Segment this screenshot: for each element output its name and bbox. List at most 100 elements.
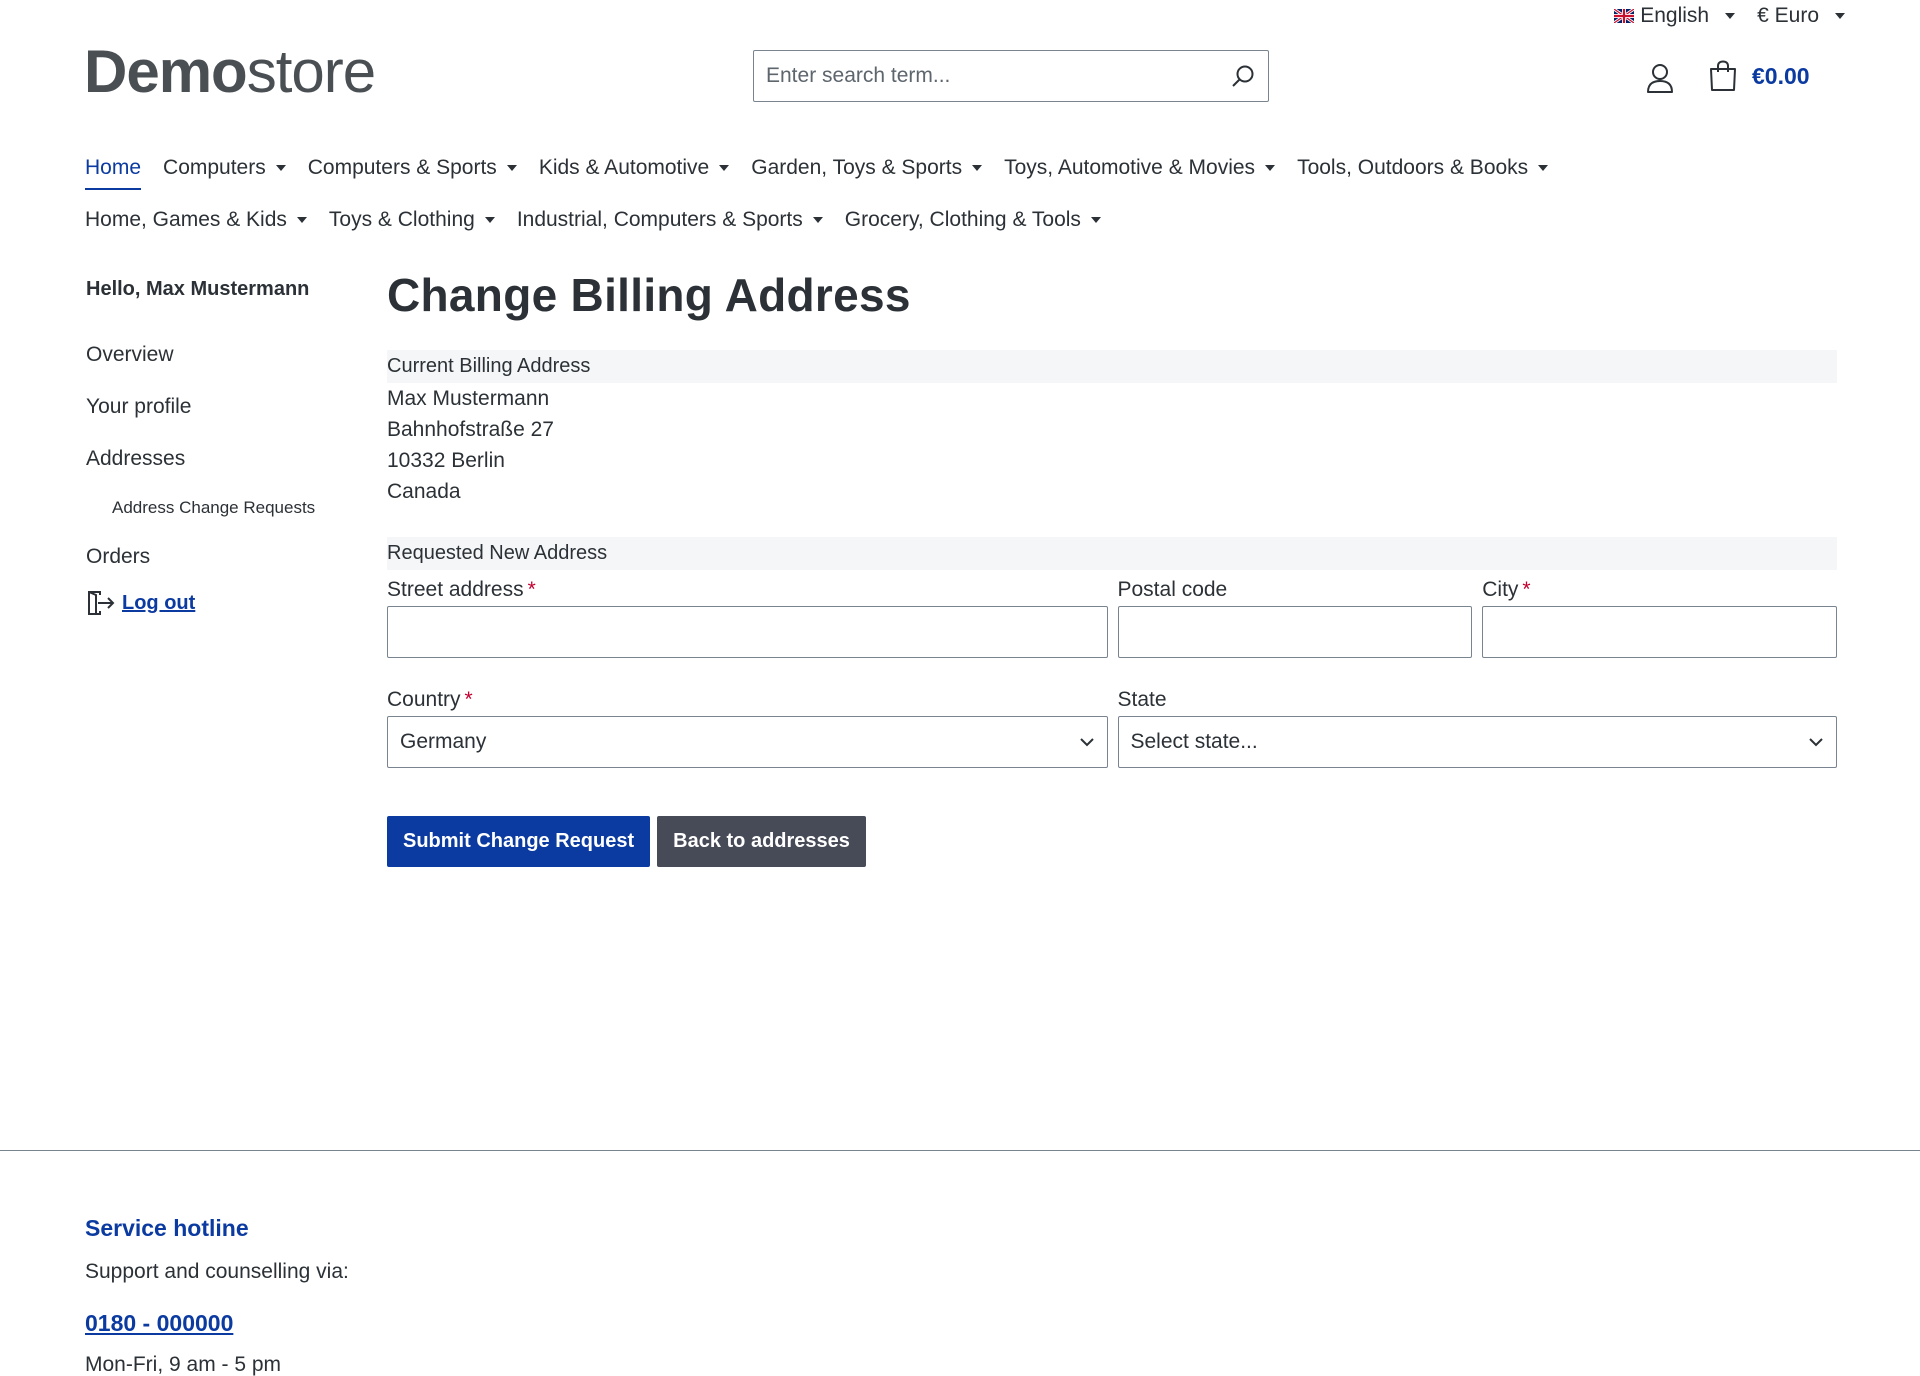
nav-item-tools-outdoors-books[interactable]: Tools, Outdoors & Books <box>1297 156 1549 180</box>
nav-item-label: Toys & Clothing <box>328 208 475 231</box>
state-field-group: State Select state... <box>1117 684 1837 768</box>
caret-down-icon <box>506 165 517 171</box>
hotline-hours: Mon-Fri, 9 am - 5 pm <box>85 1353 282 1376</box>
nav-item-label: Grocery, Clothing & Tools <box>844 208 1081 231</box>
sidebar-item-profile[interactable]: Your profile <box>86 381 356 433</box>
currency-label: € Euro <box>1757 4 1819 27</box>
caret-down-icon <box>1265 165 1276 171</box>
nav-item-label: Tools, Outdoors & Books <box>1297 156 1529 179</box>
country-label: Country * <box>387 684 1108 716</box>
new-address-heading: Requested New Address <box>387 537 1837 570</box>
nav-item-toys-automotive-movies[interactable]: Toys, Automotive & Movies <box>1004 156 1276 180</box>
language-selector[interactable]: English <box>1614 4 1736 28</box>
sidebar-item-addresses[interactable]: Addresses <box>86 433 356 485</box>
uk-flag-icon <box>1614 9 1635 23</box>
hotline-phone-link[interactable]: 0180 - 000000 <box>85 1310 349 1337</box>
service-hotline-heading: Service hotline <box>85 1215 249 1241</box>
address-country: Canada <box>387 480 461 503</box>
state-label: State <box>1117 688 1167 711</box>
address-name: Max Mustermann <box>387 387 550 410</box>
chevron-down-icon <box>1809 738 1823 747</box>
caret-down-icon <box>1835 13 1845 19</box>
nav-item-toys-clothing[interactable]: Toys & Clothing <box>329 208 495 232</box>
cart-button[interactable]: €0.00 <box>1708 60 1810 92</box>
country-select[interactable]: Germany <box>387 716 1108 768</box>
street-label: Street address * <box>387 574 1108 606</box>
caret-down-icon <box>972 165 983 171</box>
address-street: Bahnhofstraße 27 <box>387 418 554 441</box>
postal-code-input[interactable] <box>1117 606 1473 658</box>
nav-item-label: Industrial, Computers & Sports <box>516 208 803 231</box>
street-address-input[interactable] <box>387 606 1108 658</box>
required-marker: * <box>527 578 536 601</box>
postal-field-group: Postal code <box>1117 574 1473 658</box>
country-select-value: Germany <box>400 730 487 753</box>
language-label: English <box>1640 4 1710 27</box>
city-label-text: City <box>1482 578 1519 601</box>
page-title: Change Billing Address <box>387 269 911 321</box>
sidebar-item-address-change-requests[interactable]: Address Change Requests <box>86 485 356 531</box>
account-icon[interactable] <box>1645 62 1675 94</box>
caret-down-icon <box>1538 165 1549 171</box>
sidebar-item-orders[interactable]: Orders <box>86 531 356 583</box>
caret-down-icon <box>296 217 307 223</box>
caret-down-icon <box>1725 13 1736 19</box>
nav-item-industrial-computers-sports[interactable]: Industrial, Computers & Sports <box>517 208 823 232</box>
nav-item-grocery-clothing-tools[interactable]: Grocery, Clothing & Tools <box>845 208 1101 232</box>
nav-item-kids-automotive[interactable]: Kids & Automotive <box>538 156 730 180</box>
nav-item-computers-sports[interactable]: Computers & Sports <box>308 156 517 180</box>
country-field-group: Country * Germany <box>387 684 1108 768</box>
caret-down-icon <box>812 217 823 223</box>
currency-selector[interactable]: € Euro <box>1757 4 1845 28</box>
address-form-row-1: Street address * Postal code City * <box>387 574 1837 658</box>
caret-down-icon <box>275 165 286 171</box>
logout-link[interactable]: Log out <box>86 589 356 617</box>
state-select-value: Select state... <box>1130 730 1258 753</box>
search-input[interactable] <box>766 64 1230 88</box>
back-to-addresses-button[interactable]: Back to addresses <box>657 816 866 867</box>
caret-down-icon <box>484 217 495 223</box>
postal-label: Postal code <box>1117 578 1228 601</box>
country-label-text: Country <box>387 688 461 711</box>
nav-item-label: Computers & Sports <box>307 156 497 179</box>
logout-label: Log out <box>122 591 196 614</box>
search-bar <box>753 50 1269 102</box>
nav-item-garden-toys-sports[interactable]: Garden, Toys & Sports <box>751 156 983 180</box>
nav-item-label: Computers <box>163 156 266 179</box>
nav-item-label: Home <box>85 156 142 179</box>
sidebar-item-overview[interactable]: Overview <box>86 329 356 381</box>
nav-item-label: Home, Games & Kids <box>85 208 287 231</box>
caret-down-icon <box>1090 217 1101 223</box>
chevron-down-icon <box>1079 738 1094 747</box>
city-input[interactable] <box>1482 606 1837 658</box>
main-content: Change Billing Address Current Billing A… <box>387 268 1837 867</box>
current-address-heading: Current Billing Address <box>387 350 1837 383</box>
nav-item-home[interactable]: Home <box>85 156 142 190</box>
nav-item-label: Garden, Toys & Sports <box>751 156 963 179</box>
nav-row-2: Home, Games & Kids Toys & Clothing Indus… <box>85 194 1845 246</box>
nav-item-label: Kids & Automotive <box>538 156 710 179</box>
street-field-group: Street address * <box>387 574 1108 658</box>
nav-item-home-games-kids[interactable]: Home, Games & Kids <box>85 208 307 232</box>
required-marker: * <box>464 688 473 711</box>
required-marker: * <box>1522 578 1531 601</box>
city-field-group: City * <box>1482 574 1837 658</box>
logo-light-text: store <box>246 38 376 105</box>
greeting: Hello, Max Mustermann <box>86 278 310 300</box>
footer-service-hotline: Service hotline Support and counselling … <box>85 1215 349 1376</box>
nav-item-label: Toys, Automotive & Movies <box>1004 156 1256 179</box>
submit-change-request-button[interactable]: Submit Change Request <box>387 816 651 867</box>
address-form-row-2: Country * Germany State Select state... <box>387 684 1837 768</box>
nav-row-1: Home Computers Computers & Sports Kids &… <box>85 142 1845 194</box>
state-select[interactable]: Select state... <box>1117 716 1837 768</box>
form-actions: Submit Change Request Back to addresses <box>387 816 1837 867</box>
address-city: 10332 Berlin <box>387 449 505 472</box>
nav-item-computers[interactable]: Computers <box>163 156 286 180</box>
street-label-text: Street address <box>387 578 524 601</box>
caret-down-icon <box>719 165 730 171</box>
cart-total: €0.00 <box>1752 62 1810 89</box>
search-icon[interactable] <box>1230 63 1256 89</box>
account-sidebar: Hello, Max Mustermann Overview Your prof… <box>86 278 356 617</box>
store-logo[interactable]: Demostore <box>84 42 376 102</box>
main-navigation: Home Computers Computers & Sports Kids &… <box>85 142 1845 246</box>
